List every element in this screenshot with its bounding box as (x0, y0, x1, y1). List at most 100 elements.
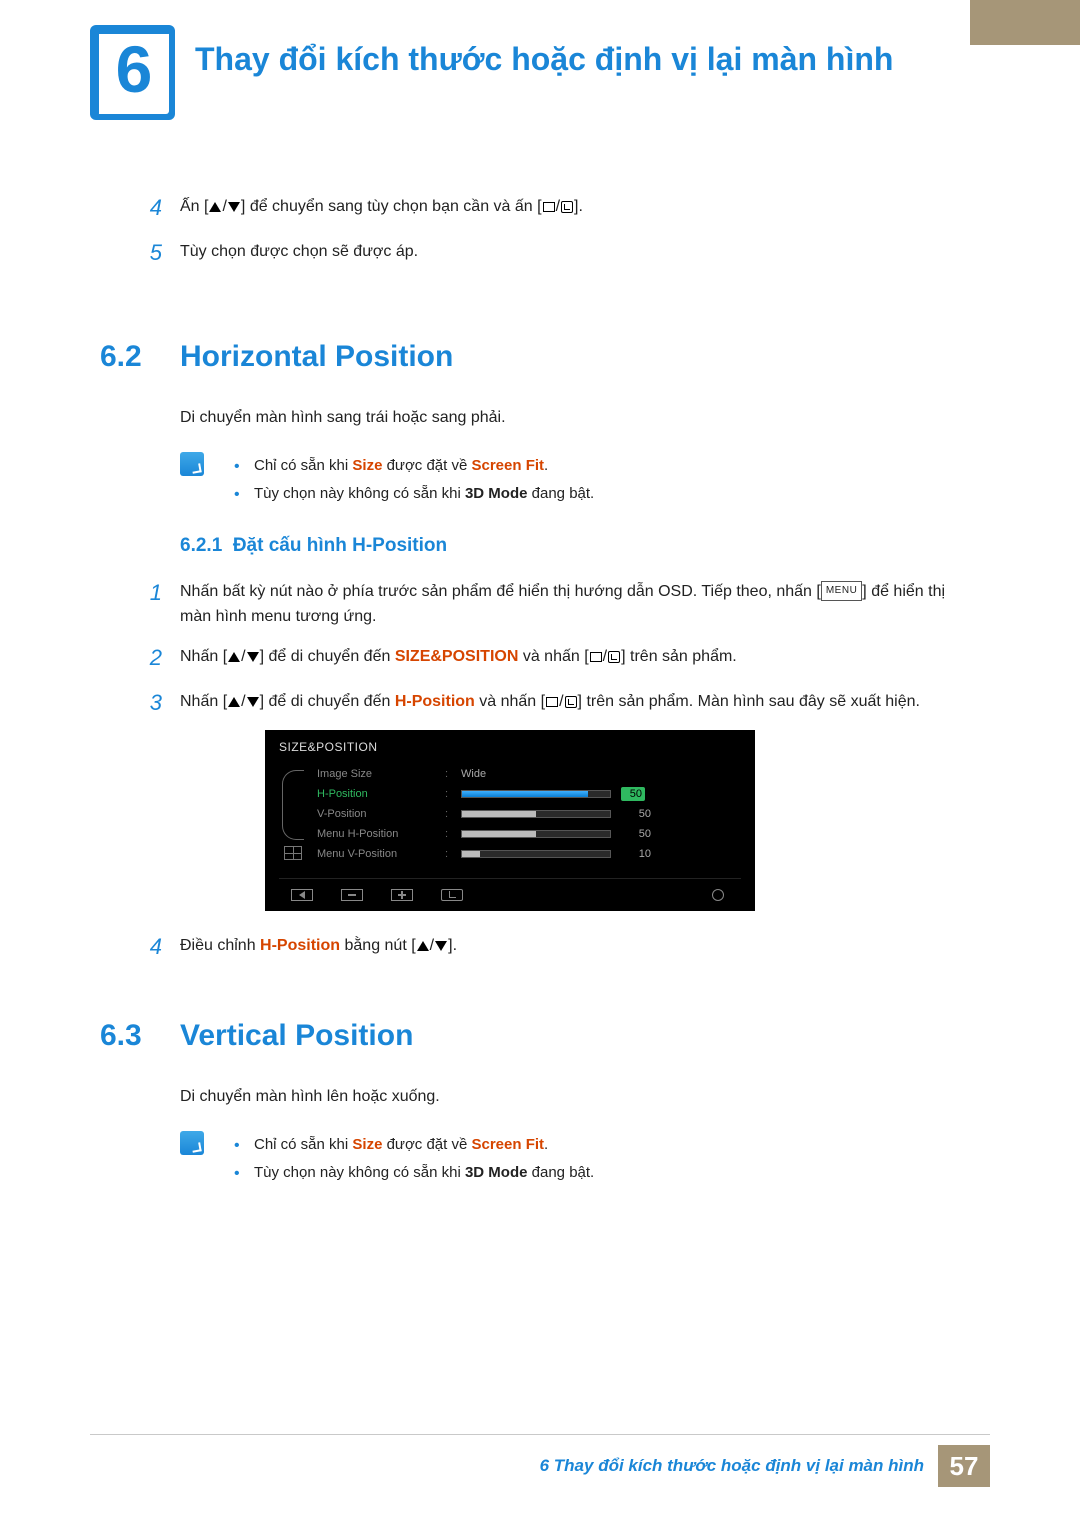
note-list: Chỉ có sẵn khi Size được đặt về Screen F… (234, 1131, 970, 1188)
osd-footer (279, 878, 741, 903)
subsection-title: Đặt cấu hình H-Position (233, 535, 447, 556)
step-text: Điều chỉnh H-Position bằng nút [/]. (180, 929, 970, 959)
text: được đặt về (382, 1136, 471, 1153)
osd-row-number: 10 (621, 848, 651, 860)
osd-side-icons (279, 764, 307, 864)
osd-bar-wrap: 50 (461, 808, 741, 820)
text: ]. (448, 937, 457, 954)
square-icon (590, 652, 602, 662)
text-bold: 3D Mode (465, 485, 528, 502)
text: Nhấn [ (180, 648, 227, 665)
text: ] trên sản phẩm. (621, 648, 737, 665)
note-item: Chỉ có sẵn khi Size được đặt về Screen F… (234, 1131, 970, 1160)
text: Tùy chọn này không có sẵn khi (254, 485, 465, 502)
osd-minus-icon (341, 889, 363, 901)
note-item: Tùy chọn này không có sẵn khi 3D Mode đa… (234, 480, 970, 509)
osd-row-number: 50 (621, 787, 645, 801)
section-description: Di chuyển màn hình lên hoặc xuống. (180, 1083, 970, 1110)
osd-bar-fill (462, 791, 588, 797)
osd-grid-icon (284, 846, 302, 860)
osd-bar-wrap: 10 (461, 848, 741, 860)
step-number: 2 (100, 640, 180, 675)
text: Chỉ có sẵn khi (254, 457, 352, 474)
square-icon (543, 202, 555, 212)
page-footer: 6 Thay đổi kích thước hoặc định vị lại m… (90, 1434, 990, 1487)
osd-row-number: 50 (621, 828, 651, 840)
intro-step-4: 4 Ấn [/] để chuyển sang tùy chọn bạn cần… (100, 190, 970, 225)
section-6-2-header: 6.2 Horizontal Position (100, 340, 970, 374)
subsection-6-2-1: 6.2.1 Đặt cấu hình H-Position (180, 535, 970, 557)
return-icon (608, 651, 620, 663)
up-triangle-icon (228, 697, 240, 707)
step-number: 4 (100, 929, 180, 964)
osd-row: V-Position:50 (317, 804, 741, 824)
up-triangle-icon (209, 202, 221, 212)
chapter-badge: 6 (90, 25, 175, 120)
intro-step-5: 5 Tùy chọn được chọn sẽ được áp. (100, 235, 970, 270)
osd-title: SIZE&POSITION (279, 740, 741, 754)
osd-curve-icon (282, 770, 304, 840)
section-number: 6.3 (100, 1019, 180, 1053)
note-icon (180, 1131, 204, 1155)
text: đang bật. (527, 485, 594, 502)
osd-screenshot: SIZE&POSITION Image Size: Wide H-Position:… (265, 730, 755, 911)
note-block: Chỉ có sẵn khi Size được đặt về Screen F… (180, 1131, 970, 1188)
text: bằng nút [ (340, 937, 416, 954)
page-content: 4 Ấn [/] để chuyển sang tùy chọn bạn cần… (100, 190, 970, 1208)
step-number: 5 (100, 235, 180, 270)
osd-row-value: Wide (461, 768, 521, 780)
text: . (544, 1136, 548, 1153)
return-icon (561, 201, 573, 213)
text: và nhấn [ (518, 648, 588, 665)
section-description: Di chuyển màn hình sang trái hoặc sang p… (180, 404, 970, 431)
text: ] trên sản phẩm. Màn hình sau đây sẽ xuấ… (578, 693, 920, 710)
osd-bar-fill (462, 831, 536, 837)
osd-colon: : (445, 828, 453, 840)
down-triangle-icon (247, 697, 259, 707)
osd-bar (461, 790, 611, 798)
step-number: 3 (100, 685, 180, 720)
square-icon (546, 697, 558, 707)
subsection-number: 6.2.1 (180, 535, 222, 556)
osd-colon: : (445, 848, 453, 860)
osd-bar-wrap: 50 (461, 828, 741, 840)
osd-row-label: Menu V-Position (317, 848, 437, 860)
text: ] để di chuyển đến (260, 693, 395, 710)
footer-text: 6 Thay đổi kích thước hoặc định vị lại m… (540, 1456, 924, 1476)
step-text: Nhấn bất kỳ nút nào ở phía trước sản phẩ… (180, 575, 970, 630)
step-4: 4 Điều chỉnh H-Position bằng nút [/]. (100, 929, 970, 964)
osd-bar (461, 850, 611, 858)
osd-bar-wrap: 50 (461, 787, 741, 801)
text: Nhấn [ (180, 693, 227, 710)
note-item: Chỉ có sẵn khi Size được đặt về Screen F… (234, 452, 970, 481)
osd-bar (461, 810, 611, 818)
text: ] để di chuyển đến (260, 648, 395, 665)
text: Nhấn bất kỳ nút nào ở phía trước sản phẩ… (180, 583, 821, 600)
osd-row-label: H-Position (317, 788, 437, 800)
osd-left-icon (291, 889, 313, 901)
osd-row-label: Image Size (317, 768, 437, 780)
text-highlight: Size (352, 457, 382, 474)
osd-rows: Image Size:WideH-Position:50V-Position:5… (317, 764, 741, 864)
osd-row-number: 50 (621, 808, 651, 820)
step-1: 1 Nhấn bất kỳ nút nào ở phía trước sản p… (100, 575, 970, 630)
osd-bar-fill (462, 811, 536, 817)
text: được đặt về (382, 457, 471, 474)
up-triangle-icon (417, 941, 429, 951)
text-highlight: H-Position (395, 693, 475, 710)
step-text: Nhấn [/] để di chuyển đến H-Position và … (180, 685, 970, 715)
osd-colon: : (445, 768, 453, 780)
text: Chỉ có sẵn khi (254, 1136, 352, 1153)
menu-button-icon: MENU (821, 581, 862, 601)
text: . (544, 457, 548, 474)
text-highlight: SIZE&POSITION (395, 648, 519, 665)
text-highlight: H-Position (260, 937, 340, 954)
step-text: Tùy chọn được chọn sẽ được áp. (180, 235, 970, 265)
osd-row: Menu H-Position: 50 (317, 824, 741, 844)
osd-power-icon (707, 889, 729, 901)
section-title: Vertical Position (180, 1019, 413, 1053)
osd-row-label: Menu H-Position (317, 828, 437, 840)
text: đang bật. (527, 1164, 594, 1181)
step-number: 1 (100, 575, 180, 610)
osd-row: Menu V-Position: 10 (317, 844, 741, 864)
